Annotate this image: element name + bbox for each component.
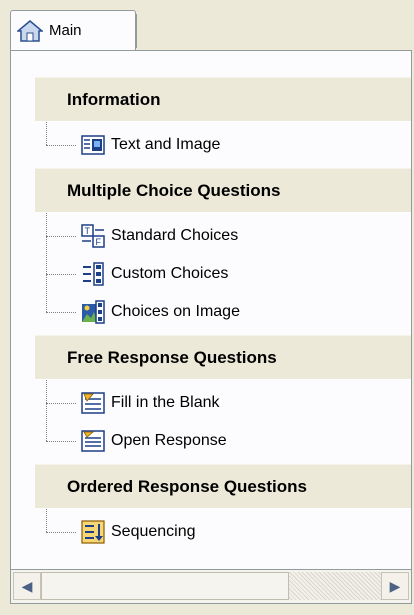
open-response-icon: [81, 429, 105, 453]
fill-blank-icon: [81, 391, 105, 415]
tree-branch: [46, 532, 76, 533]
tree-branch: [46, 312, 76, 313]
true-false-icon: T F: [81, 224, 105, 248]
tool-item-standard-choices[interactable]: T F Standard Choices: [35, 217, 411, 255]
tab-main-label: Main: [49, 22, 82, 39]
tool-item-label: Open Response: [111, 432, 227, 449]
svg-text:T: T: [85, 226, 91, 236]
tab-separator: [136, 14, 137, 48]
scroll-left-button[interactable]: ◀: [13, 572, 41, 600]
arrow-right-icon: ▶: [389, 577, 401, 594]
tree-branch: [46, 145, 76, 146]
tool-item-label: Text and Image: [111, 136, 221, 153]
horizontal-scrollbar[interactable]: ◀ ▶: [10, 570, 412, 604]
tool-item-choices-on-image[interactable]: Choices on Image: [35, 293, 411, 331]
text-image-icon: [81, 133, 105, 157]
tree-branch: [46, 441, 76, 442]
section-header-free-response[interactable]: Free Response Questions: [35, 335, 411, 380]
tool-list: Information Text and Image Multiple Choi…: [35, 77, 411, 555]
section-header-information[interactable]: Information: [35, 77, 411, 122]
image-choices-icon: [81, 300, 105, 324]
scrollbar-thumb[interactable]: [41, 572, 289, 600]
section-header-ordered-response[interactable]: Ordered Response Questions: [35, 464, 411, 509]
tool-item-open-response[interactable]: Open Response: [35, 422, 411, 460]
section-items-free-response: Fill in the Blank Open Response: [35, 380, 411, 464]
tab-main[interactable]: Main: [10, 10, 136, 50]
tab-strip: Main: [10, 10, 412, 50]
svg-text:F: F: [96, 237, 102, 247]
palette-window: Main Information Text and Image Multiple…: [0, 0, 414, 615]
tool-item-custom-choices[interactable]: Custom Choices: [35, 255, 411, 293]
tool-item-label: Standard Choices: [111, 227, 239, 244]
tree-branch: [46, 274, 76, 275]
section-header-multiple-choice[interactable]: Multiple Choice Questions: [35, 168, 411, 213]
section-items-information: Text and Image: [35, 122, 411, 168]
tree-branch: [46, 236, 76, 237]
scroll-right-button[interactable]: ▶: [381, 572, 409, 600]
tool-panel: Information Text and Image Multiple Choi…: [10, 50, 412, 570]
tool-item-label: Choices on Image: [111, 303, 240, 320]
tool-item-sequencing[interactable]: Sequencing: [35, 513, 411, 551]
tool-item-label: Custom Choices: [111, 265, 229, 282]
tool-item-label: Fill in the Blank: [111, 394, 220, 411]
tool-item-fill-in-the-blank[interactable]: Fill in the Blank: [35, 384, 411, 422]
arrow-left-icon: ◀: [21, 577, 33, 594]
tool-item-label: Sequencing: [111, 523, 196, 540]
home-icon: [15, 19, 45, 43]
tool-item-text-and-image[interactable]: Text and Image: [35, 126, 411, 164]
custom-choices-icon: [81, 262, 105, 286]
section-items-multiple-choice: T F Standard Choices Custom Choices Choi…: [35, 213, 411, 335]
sequencing-icon: [81, 520, 105, 544]
tree-branch: [46, 403, 76, 404]
section-items-ordered-response: Sequencing: [35, 509, 411, 555]
